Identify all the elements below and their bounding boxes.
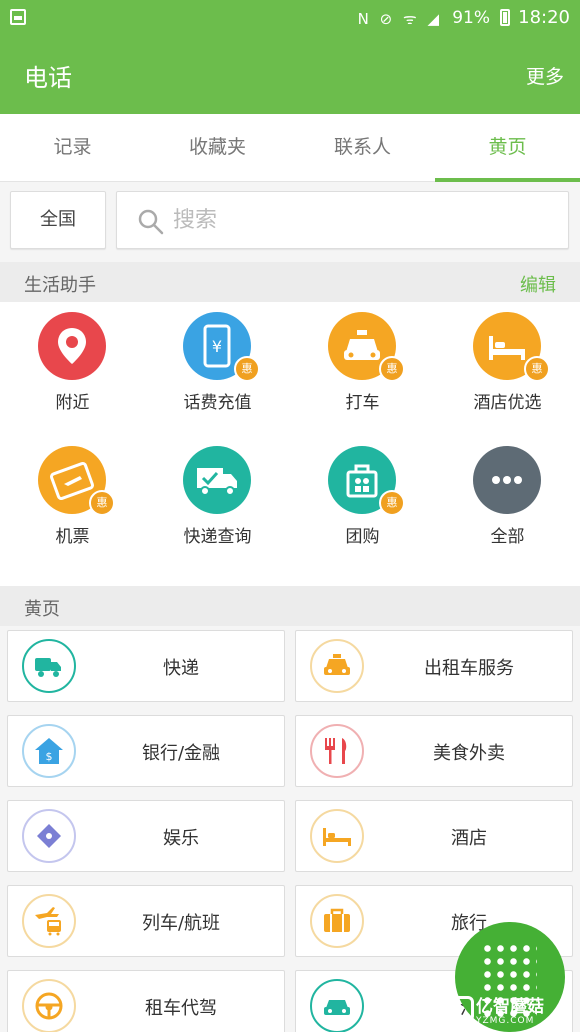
helper-item-recharge[interactable]: ¥ 惠 话费充值 xyxy=(145,302,290,422)
helper-label: 打车 xyxy=(345,393,380,413)
delivery-truck-icon xyxy=(22,639,76,693)
yp-label: 快递 xyxy=(163,658,199,679)
battery-icon xyxy=(500,9,510,26)
battery-percent: 91% xyxy=(452,8,490,28)
discount-badge: 惠 xyxy=(379,490,405,516)
tab-favorites[interactable]: 收藏夹 xyxy=(145,114,290,181)
watermark-url: YZMG.COM xyxy=(476,1016,535,1026)
yellow-pages-header: 黄页 xyxy=(0,586,580,626)
yp-item-bank[interactable]: $ 银行/金融 xyxy=(7,715,285,787)
yp-item-entertainment[interactable]: 娱乐 xyxy=(7,800,285,872)
helper-item-taxi[interactable]: 惠 打车 xyxy=(290,302,435,422)
screenshot-notification-icon xyxy=(10,9,26,25)
helper-label: 快递查询 xyxy=(183,527,252,547)
edit-button[interactable]: 编辑 xyxy=(520,271,556,297)
watermark-text: 亿智蘑菇 xyxy=(476,997,544,1017)
yp-item-taxi-service[interactable]: 出租车服务 xyxy=(295,630,573,702)
location-pin-icon xyxy=(38,312,106,380)
status-icons: N ⊘ ᯤ ◢ xyxy=(357,10,442,28)
clock: 18:20 xyxy=(518,7,570,28)
search-row: 全国 xyxy=(0,182,580,260)
car-service-icon xyxy=(310,979,364,1032)
tab-records[interactable]: 记录 xyxy=(0,114,145,181)
yp-item-food-delivery[interactable]: 美食外卖 xyxy=(295,715,573,787)
yp-item-hotel[interactable]: 酒店 xyxy=(295,800,573,872)
watermark: 亿智蘑菇 YZMG.COM xyxy=(448,992,578,1030)
discount-badge: 惠 xyxy=(524,356,550,382)
yp-label: 美食外卖 xyxy=(433,743,505,764)
search-box[interactable] xyxy=(116,191,569,249)
yp-label: 娱乐 xyxy=(163,828,199,849)
taxi-icon xyxy=(310,639,364,693)
helper-item-nearby[interactable]: 附近 xyxy=(0,302,145,422)
yp-label: 银行/金融 xyxy=(141,743,221,764)
status-bar: N ⊘ ᯤ ◢ 91% 18:20 xyxy=(0,0,580,36)
yp-label: 酒店 xyxy=(451,828,487,849)
suitcase-icon xyxy=(310,894,364,948)
helper-item-all[interactable]: 全部 xyxy=(435,436,580,556)
svg-text:¥: ¥ xyxy=(212,337,222,356)
yp-label: 列车/航班 xyxy=(141,913,221,934)
helper-item-express[interactable]: 快递查询 xyxy=(145,436,290,556)
life-helper-header: 生活助手 编辑 xyxy=(0,262,580,302)
yp-label: 出租车服务 xyxy=(424,658,514,679)
discount-badge: 惠 xyxy=(234,356,260,382)
delivery-truck-icon xyxy=(183,446,251,514)
helper-label: 话费充值 xyxy=(183,393,252,413)
app-title: 电话 xyxy=(24,64,72,92)
search-input[interactable] xyxy=(173,202,553,238)
tab-bar: 记录 收藏夹 联系人 黄页 xyxy=(0,114,580,182)
helper-label: 团购 xyxy=(345,527,380,547)
steering-wheel-icon xyxy=(22,979,76,1032)
yp-label: 租车代驾 xyxy=(145,998,217,1019)
discount-badge: 惠 xyxy=(379,356,405,382)
region-select-button[interactable]: 全国 xyxy=(10,191,106,249)
helper-label: 全部 xyxy=(490,527,525,547)
life-helper-title: 生活助手 xyxy=(24,275,96,296)
yp-item-train-flight[interactable]: 列车/航班 xyxy=(7,885,285,957)
yp-item-express[interactable]: 快递 xyxy=(7,630,285,702)
life-helper-grid: 附近 ¥ 惠 话费充值 惠 打车 惠 酒店优选 惠 机票 快递查询 惠 团购 全… xyxy=(0,302,580,587)
helper-label: 附近 xyxy=(55,393,90,413)
yp-item-car-rental[interactable]: 租车代驾 xyxy=(7,970,285,1032)
svg-text:$: $ xyxy=(46,750,53,763)
search-icon xyxy=(138,209,164,235)
helper-item-hotel[interactable]: 惠 酒店优选 xyxy=(435,302,580,422)
more-dots-icon xyxy=(473,446,541,514)
hotel-bed-icon xyxy=(310,809,364,863)
fork-knife-icon xyxy=(310,724,364,778)
helper-item-flight[interactable]: 惠 机票 xyxy=(0,436,145,556)
helper-label: 机票 xyxy=(55,527,90,547)
yellow-pages-title: 黄页 xyxy=(24,599,60,620)
discount-badge: 惠 xyxy=(89,490,115,516)
helper-item-group-buy[interactable]: 惠 团购 xyxy=(290,436,435,556)
app-bar: 电话 更多 xyxy=(0,36,580,114)
helper-label: 酒店优选 xyxy=(473,393,542,413)
more-button[interactable]: 更多 xyxy=(526,62,564,89)
tab-yellow-pages[interactable]: 黄页 xyxy=(435,114,580,182)
tab-contacts[interactable]: 联系人 xyxy=(290,114,435,181)
watermark-logo-icon xyxy=(448,996,474,1022)
bank-house-icon: $ xyxy=(22,724,76,778)
entertainment-ticket-icon xyxy=(22,809,76,863)
train-plane-icon xyxy=(22,894,76,948)
